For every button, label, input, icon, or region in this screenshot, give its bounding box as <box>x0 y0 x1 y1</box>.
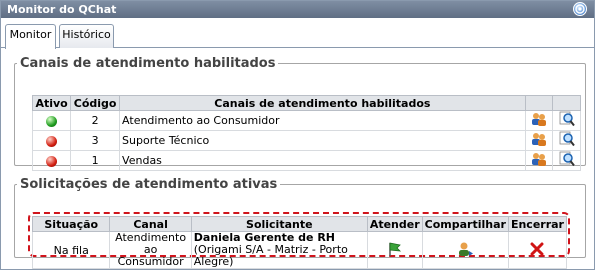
flag-icon[interactable] <box>387 241 403 260</box>
channels-legend: Canais de atendimento habilitados <box>20 56 276 71</box>
search-icon[interactable] <box>559 131 575 150</box>
users-icon[interactable] <box>531 152 547 169</box>
search-icon[interactable] <box>559 111 575 130</box>
request-channel: Atendimento ao Consumidor <box>109 231 192 269</box>
col-atender: Atender <box>366 216 423 232</box>
channels-table: Ativo Código Canais de atendimento habil… <box>31 95 581 171</box>
request-requester: Daniela Gerente de RH (Origami S/A - Mat… <box>190 231 368 269</box>
help-icon[interactable] <box>573 2 587 16</box>
channel-row: 2 Atendimento ao Consumidor <box>31 110 581 131</box>
requests-header-row: Situação Canal Solicitante Atender Compa… <box>31 216 568 232</box>
tab-historico[interactable]: Histórico <box>59 24 114 48</box>
col-situacao: Situação <box>31 216 111 232</box>
share-user-icon[interactable] <box>456 241 474 260</box>
window-title: Monitor do QChat <box>7 3 117 16</box>
channel-name: Vendas <box>119 150 526 171</box>
status-red-icon[interactable] <box>46 135 58 147</box>
col-encerrar: Encerrar <box>507 216 568 232</box>
channel-name: Suporte Técnico <box>119 130 526 151</box>
request-row: Na fila Atendimento ao Consumidor Daniel… <box>31 231 568 269</box>
requests-group: Solicitações de atendimento ativas Situa… <box>14 177 586 269</box>
channel-code: 1 <box>70 150 121 171</box>
col-action-search <box>552 95 581 111</box>
requester-org: (Origami S/A - Matriz - Porto Alegre) <box>193 243 348 268</box>
col-solicitante: Solicitante <box>190 216 368 232</box>
col-canal: Canal <box>109 216 192 232</box>
col-ativo: Ativo <box>31 95 72 111</box>
channel-code: 2 <box>70 110 121 131</box>
close-x-icon[interactable] <box>530 242 544 259</box>
channel-row: 3 Suporte Técnico <box>31 130 581 151</box>
requests-table: Situação Canal Solicitante Atender Compa… <box>31 216 568 269</box>
col-canais: Canais de atendimento habilitados <box>119 95 526 111</box>
search-icon[interactable] <box>559 151 575 170</box>
col-compartilhar: Compartilhar <box>421 216 509 232</box>
status-green-icon[interactable] <box>46 115 58 127</box>
requests-legend: Solicitações de atendimento ativas <box>20 177 278 192</box>
channel-row: 1 Vendas <box>31 150 581 171</box>
channel-name: Atendimento ao Consumidor <box>119 110 526 131</box>
users-icon[interactable] <box>531 112 547 129</box>
col-codigo: Código <box>70 95 121 111</box>
col-action-users <box>524 95 554 111</box>
request-situation: Na fila <box>31 231 111 269</box>
users-icon[interactable] <box>531 132 547 149</box>
window-titlebar: Monitor do QChat <box>1 1 594 18</box>
tab-bar: Monitor Histórico <box>1 18 594 49</box>
tab-monitor[interactable]: Monitor <box>5 24 56 49</box>
qchat-monitor-window: Monitor do QChat Monitor Histórico Canai… <box>0 0 595 270</box>
channels-header-row: Ativo Código Canais de atendimento habil… <box>31 95 581 111</box>
channel-code: 3 <box>70 130 121 151</box>
channels-group: Canais de atendimento habilitados Ativo … <box>14 56 586 171</box>
status-red-icon[interactable] <box>46 155 58 167</box>
